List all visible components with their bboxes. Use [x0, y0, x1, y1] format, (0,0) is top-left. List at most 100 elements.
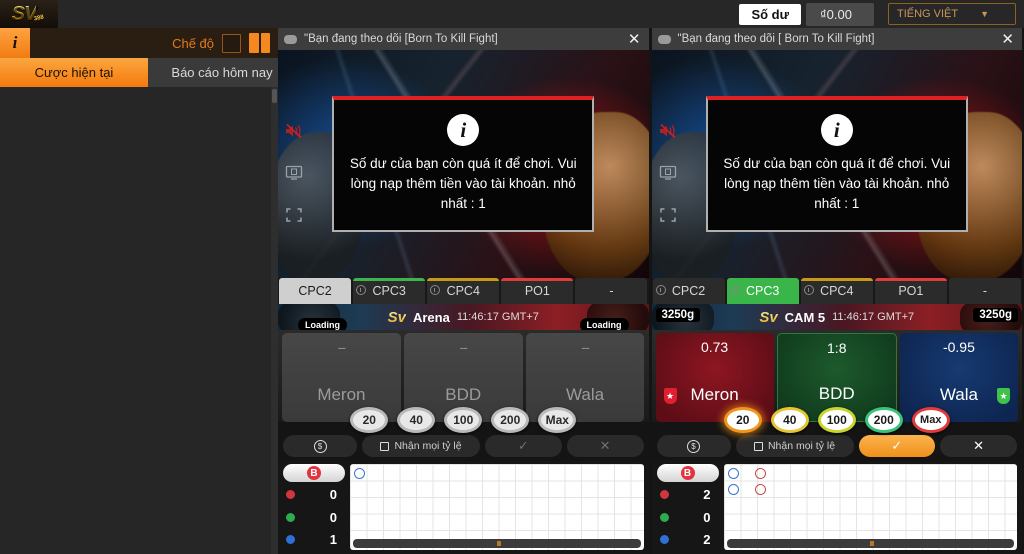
results-grid[interactable] — [724, 464, 1018, 550]
chip-max[interactable]: Max — [911, 407, 950, 433]
status-badge: B — [656, 464, 719, 482]
result-mark — [754, 468, 766, 479]
stream-panels: "Bạn đang theo dõi [Born To Kill Fight] … — [278, 28, 1024, 554]
sidebar-scrollbar[interactable] — [271, 87, 278, 554]
confirm-bet-button[interactable]: ✓ — [485, 435, 562, 457]
camera-tab-label: PO1 — [898, 284, 924, 298]
panel-tag-icon — [284, 34, 297, 44]
stream-panel-right: "Bạn đang theo dõi [ Born To Kill Fight]… — [651, 28, 1022, 554]
scoreboard-legend: B 2 0 2 — [656, 464, 719, 550]
camera-tab-cpc2[interactable]: CPC2 — [652, 278, 725, 304]
sidebar-tab-today-report[interactable]: Báo cáo hôm nay — [148, 58, 296, 87]
cancel-bet-button[interactable]: ✕ — [566, 435, 644, 457]
dual-pane-icon[interactable] — [249, 33, 270, 53]
chip-20[interactable]: 20 — [723, 407, 762, 433]
scoreboard-row-wala: 1 — [283, 529, 345, 550]
camera-tab-po1[interactable]: PO1 — [874, 278, 947, 304]
chip-max[interactable]: Max — [538, 407, 577, 433]
bet-odds: -- — [337, 339, 346, 355]
single-pane-icon[interactable] — [222, 33, 241, 53]
brand-logo[interactable]: SV 388 — [0, 0, 58, 28]
camera-tab-label: PO1 — [524, 284, 550, 298]
status-badge: B — [283, 464, 345, 482]
video-controls — [283, 120, 305, 226]
stream-panel-left: "Bạn đang theo dõi [Born To Kill Fight] … — [278, 28, 649, 554]
checkbox-icon — [753, 441, 763, 451]
speaker-muted-icon[interactable] — [657, 120, 679, 142]
status-badge-letter: B — [680, 466, 695, 480]
info-icon[interactable]: i — [0, 28, 30, 58]
bet-label: Meron — [690, 385, 739, 404]
video-player[interactable]: i Số dư của bạn còn quá ít để chơi. Vui … — [278, 50, 649, 278]
clock-icon — [655, 285, 666, 295]
screen-quality-icon[interactable] — [657, 162, 679, 184]
bet-label: Wala — [566, 385, 605, 404]
bet-options: -- Meron -- BDD -- Wala 20 40 100 200 Ma… — [278, 330, 649, 433]
camera-tab-color-bar — [874, 278, 947, 281]
result-mark — [727, 468, 739, 479]
bet-odds: 1:8 — [827, 340, 847, 356]
bet-odds: 0.73 — [700, 339, 729, 355]
chip-20[interactable]: 20 — [350, 407, 389, 433]
camera-tab-cpc3[interactable]: CPC3 — [726, 278, 799, 304]
cancel-bet-button[interactable]: ✕ — [940, 435, 1017, 457]
accept-all-odds-toggle[interactable]: Nhận mọi tỷ lệ — [735, 435, 854, 457]
camera-tab-label: CPC4 — [820, 284, 854, 298]
chip-200[interactable]: 200 — [491, 407, 530, 433]
result-mark — [354, 468, 365, 479]
coin-icon[interactable]: $ — [656, 435, 731, 457]
camera-tab-po1[interactable]: PO1 — [501, 278, 574, 304]
speaker-muted-icon[interactable] — [283, 120, 305, 142]
meron-dot-icon — [659, 489, 669, 499]
wala-count: 2 — [703, 532, 711, 548]
results-grid[interactable] — [350, 464, 644, 550]
insufficient-balance-dialog: i Số dư của bạn còn quá ít để chơi. Vui … — [332, 96, 595, 232]
results-grid-scrollbar[interactable] — [353, 539, 641, 548]
chip-100[interactable]: 100 — [817, 407, 856, 433]
bet-label: BDD — [445, 385, 482, 404]
chip-200[interactable]: 200 — [864, 407, 903, 433]
bet-odds: -- — [459, 339, 468, 355]
camera-tab-cpc4[interactable]: CPC4 — [800, 278, 873, 304]
confirm-bet-button[interactable]: ✓ — [858, 435, 936, 457]
meron-count: 0 — [329, 486, 337, 502]
fullscreen-icon[interactable] — [657, 204, 679, 226]
camera-tab-color-bar — [427, 278, 500, 281]
camera-tab-cpc4[interactable]: CPC4 — [427, 278, 500, 304]
close-icon[interactable]: ✕ — [626, 32, 643, 47]
scoreboard-row-meron: 2 — [657, 484, 719, 505]
wala-count: 1 — [329, 532, 337, 548]
brand-logo-sub: 388 — [33, 14, 45, 23]
camera-tab-label: CPC3 — [745, 284, 780, 298]
video-player[interactable]: i Số dư của bạn còn quá ít để chơi. Vui … — [651, 50, 1022, 278]
camera-tab-cpc3[interactable]: CPC3 — [353, 278, 426, 304]
accept-all-odds-label: Nhận mọi tỷ lệ — [767, 440, 836, 452]
results-grid-scrollbar[interactable] — [726, 539, 1014, 548]
insufficient-balance-dialog: i Số dư của bạn còn quá ít để chơi. Vui … — [705, 96, 968, 232]
fullscreen-icon[interactable] — [283, 204, 305, 226]
arena-bar: 3250g Sv CAM 5 11:46:17 GMT+7 3250g — [651, 304, 1022, 330]
chip-40[interactable]: 40 — [397, 407, 436, 433]
camera-tab-cpc2[interactable]: CPC2 — [279, 278, 352, 304]
chip-40[interactable]: 40 — [770, 407, 809, 433]
camera-tab-empty[interactable]: - — [948, 278, 1021, 304]
result-mark — [727, 484, 739, 495]
scoreboard-row-draw: 0 — [657, 507, 719, 528]
info-icon: i — [447, 114, 480, 146]
chip-100[interactable]: 100 — [444, 407, 483, 433]
sidebar-tab-current-bets[interactable]: Cược hiện tại — [0, 58, 148, 87]
language-label: TIẾNG VIỆT — [897, 8, 959, 20]
scoreboard: B 2 0 2 — [651, 461, 1022, 554]
clock-icon — [430, 285, 441, 295]
coin-icon[interactable]: $ — [283, 435, 357, 457]
accept-all-odds-toggle[interactable]: Nhận mọi tỷ lệ — [362, 435, 480, 457]
bet-odds: -- — [581, 339, 589, 355]
wala-dot-icon — [286, 535, 295, 545]
language-selector[interactable]: TIẾNG VIỆT ▼ — [888, 3, 1016, 25]
mode-switcher: Chế độ — [172, 33, 270, 53]
camera-tab-empty[interactable]: - — [575, 278, 648, 304]
arena-logo: Sv — [759, 308, 778, 326]
balance-value: ₫0.00 — [806, 2, 874, 26]
screen-quality-icon[interactable] — [283, 162, 305, 184]
close-icon[interactable]: ✕ — [999, 32, 1016, 47]
